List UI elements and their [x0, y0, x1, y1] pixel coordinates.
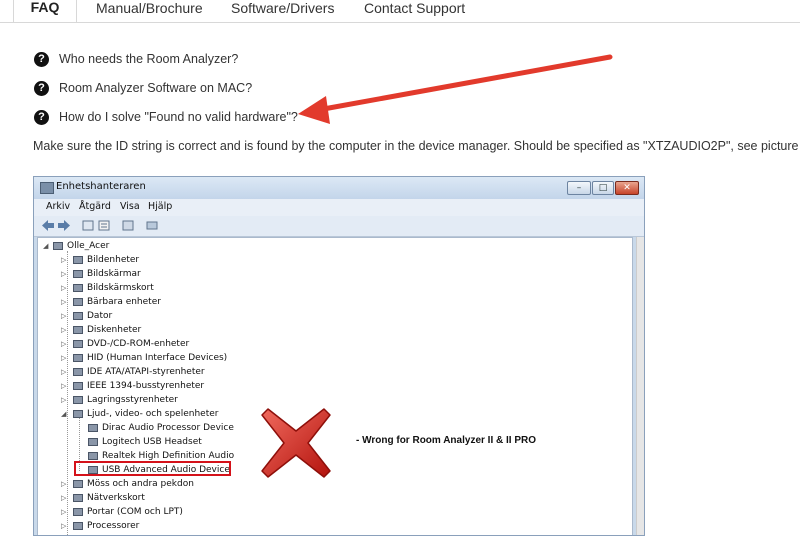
- details-icon: [98, 220, 110, 231]
- speaker-icon: [88, 438, 98, 446]
- device-icon: [73, 396, 83, 404]
- expand-icon: ▷: [61, 396, 67, 404]
- expand-icon: ▷: [61, 354, 67, 362]
- speaker-icon: [73, 410, 83, 418]
- help-book-icon: [122, 220, 134, 231]
- device-icon: [73, 368, 83, 376]
- device-icon: [73, 312, 83, 320]
- highlight-box: [74, 461, 231, 476]
- menu-visa: Visa: [120, 201, 140, 212]
- device-icon: [73, 382, 83, 390]
- expand-icon: ▷: [61, 522, 67, 530]
- menu-arkiv: Arkiv: [46, 201, 71, 212]
- annotation-text: - Wrong for Room Analyzer II & II PRO: [356, 435, 537, 446]
- scrollbar: [636, 237, 644, 535]
- expand-icon: ▷: [61, 382, 67, 390]
- device-icon: [73, 256, 83, 264]
- device-icon: [73, 284, 83, 292]
- expand-icon: ▷: [61, 298, 67, 306]
- collapse-icon: ◢: [61, 410, 67, 418]
- maximize-icon: □: [592, 181, 614, 195]
- expand-icon: ▷: [61, 326, 67, 334]
- menu-hjalp: Hjälp: [148, 201, 173, 212]
- device-icon: [73, 354, 83, 362]
- expand-icon: ▷: [61, 368, 67, 376]
- menubar: Arkiv Åtgärd Visa Hjälp: [34, 199, 644, 216]
- minimize-icon: –: [567, 181, 591, 195]
- menu-atgard: Åtgärd: [79, 201, 111, 212]
- speaker-icon: [88, 452, 98, 460]
- window-titlebar: Enhetshanteraren – □ ✕: [34, 177, 644, 199]
- device-icon: [73, 270, 83, 278]
- speaker-icon: [88, 424, 98, 432]
- tree-guide: [67, 251, 68, 535]
- device-icon: [73, 298, 83, 306]
- expand-icon: ▷: [61, 480, 67, 488]
- expand-icon: ▷: [61, 270, 67, 278]
- processor-icon: [73, 522, 83, 530]
- expand-icon: ▷: [61, 340, 67, 348]
- device-icon: [73, 326, 83, 334]
- toolbar: [34, 216, 644, 237]
- device-manager-icon: [40, 182, 54, 194]
- device-manager-screenshot: Enhetshanteraren – □ ✕ Arkiv Åtgärd Visa…: [33, 176, 645, 536]
- back-icon: [42, 220, 54, 231]
- expand-icon: ▷: [61, 508, 67, 516]
- scan-hardware-icon: [146, 221, 158, 230]
- window-title: Enhetshanteraren: [56, 181, 146, 192]
- expand-icon: ▷: [61, 494, 67, 502]
- forward-icon: [58, 220, 70, 231]
- device-icon: [73, 340, 83, 348]
- close-icon: ✕: [615, 181, 639, 195]
- red-x-icon: [261, 408, 331, 478]
- computer-icon: [53, 242, 63, 250]
- collapse-icon: ◢: [43, 242, 49, 250]
- mouse-icon: [73, 480, 83, 488]
- port-icon: [73, 508, 83, 516]
- expand-icon: ▷: [61, 256, 67, 264]
- properties-icon: [82, 220, 94, 231]
- expand-icon: ▷: [61, 312, 67, 320]
- expand-icon: ▷: [61, 284, 67, 292]
- network-icon: [73, 494, 83, 502]
